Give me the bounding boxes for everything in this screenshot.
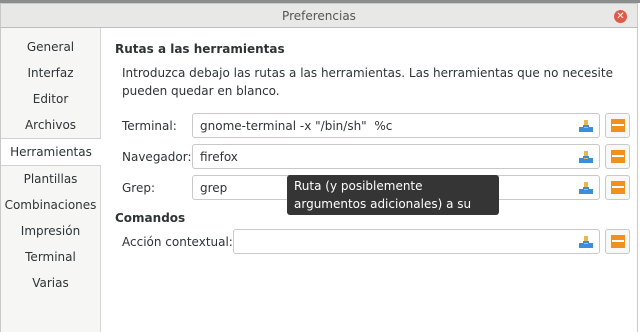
- close-icon[interactable]: ✕: [614, 10, 627, 23]
- window-title: Preferencias: [282, 9, 356, 23]
- folder-open-icon: [611, 119, 625, 132]
- context-action-field[interactable]: [233, 229, 600, 254]
- context-action-label: Acción contextual:: [122, 235, 233, 249]
- sidebar-item-interface[interactable]: Interfaz: [1, 60, 100, 86]
- folder-open-icon: [611, 181, 625, 194]
- browser-field[interactable]: firefox: [192, 144, 600, 169]
- context-action-browse-button[interactable]: [605, 229, 630, 254]
- terminal-field-value: gnome-terminal -x "/bin/sh" %c: [200, 119, 393, 133]
- terminal-browse-button[interactable]: [605, 113, 630, 138]
- title-bar: Preferencias ✕: [0, 3, 638, 28]
- browser-browse-button[interactable]: [605, 144, 630, 169]
- grep-label: Grep:: [122, 181, 156, 195]
- commands-heading: Comandos: [115, 211, 186, 225]
- tool-paths-heading: Rutas a las herramientas: [115, 42, 285, 56]
- edit-clear-icon[interactable]: [579, 236, 593, 248]
- terminal-label: Terminal:: [122, 119, 177, 133]
- sidebar-item-editor[interactable]: Editor: [1, 86, 100, 112]
- sidebar-item-files[interactable]: Archivos: [1, 112, 100, 138]
- browser-tooltip: Ruta (y posiblemente argumentos adiciona…: [287, 175, 499, 229]
- sidebar-item-printing[interactable]: Impresión: [1, 218, 100, 244]
- sidebar-item-general[interactable]: General: [1, 34, 100, 60]
- sidebar-item-various[interactable]: Varias: [1, 270, 100, 296]
- tool-paths-description: Introduzca debajo las rutas a las herram…: [122, 66, 613, 98]
- grep-field-value: grep: [200, 181, 228, 195]
- edit-clear-icon[interactable]: [579, 151, 593, 163]
- sidebar: General Interfaz Editor Archivos Herrami…: [1, 28, 101, 332]
- sidebar-item-tools[interactable]: Herramientas: [1, 138, 101, 166]
- grep-browse-button[interactable]: [605, 175, 630, 200]
- sidebar-item-terminal[interactable]: Terminal: [1, 244, 100, 270]
- sidebar-item-keybindings[interactable]: Combinaciones: [1, 192, 100, 218]
- browser-field-value: firefox: [200, 150, 238, 164]
- edit-clear-icon[interactable]: [579, 182, 593, 194]
- browser-label: Navegador:: [122, 150, 192, 164]
- folder-open-icon: [611, 150, 625, 163]
- terminal-field[interactable]: gnome-terminal -x "/bin/sh" %c: [192, 113, 600, 138]
- edit-clear-icon[interactable]: [579, 120, 593, 132]
- folder-open-icon: [611, 235, 625, 248]
- sidebar-item-templates[interactable]: Plantillas: [1, 166, 100, 192]
